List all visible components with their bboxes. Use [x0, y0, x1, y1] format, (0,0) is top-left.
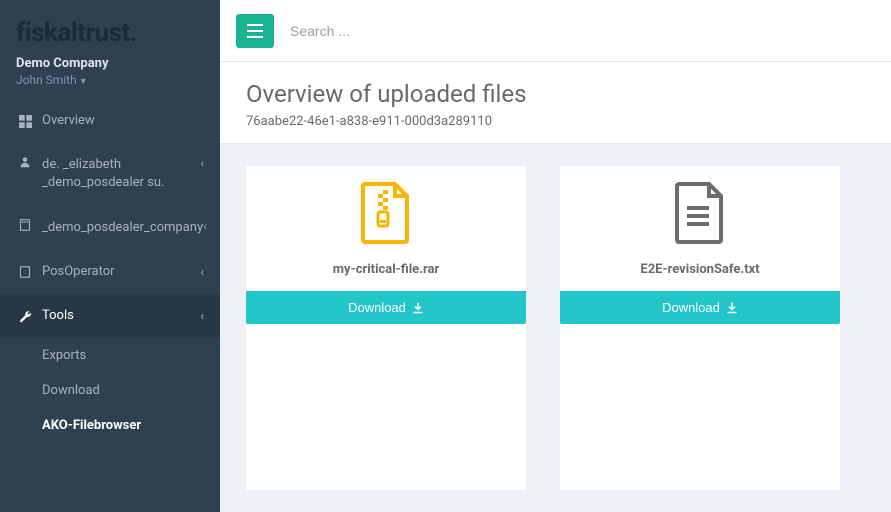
nav-exports[interactable]: Exports — [0, 338, 220, 373]
text-file-icon — [673, 166, 727, 262]
nav-company-2[interactable]: _demo_posdealer_company ‹ — [0, 206, 220, 250]
download-label: Download — [348, 300, 406, 315]
download-icon — [412, 302, 424, 314]
building-icon — [16, 219, 34, 231]
page-subtitle: 76aabe22-46e1-a838-e911-000d3a289110 — [246, 114, 865, 129]
user-dropdown[interactable]: John Smith▼ — [16, 73, 204, 87]
nav-tools-sub: Exports Download AKO-Filebrowser — [0, 338, 220, 443]
nav-overview-label: Overview — [42, 112, 204, 130]
nav-tools[interactable]: Tools ‹ — [0, 294, 220, 338]
download-button[interactable]: Download — [560, 291, 840, 324]
sidebar: fiskaltrust. Demo Company John Smith▼ Ov… — [0, 0, 220, 512]
main: Overview of uploaded files 76aabe22-46e1… — [220, 0, 891, 512]
nav-list: Overview de. _elizabeth _demo_posdealer … — [0, 99, 220, 338]
archive-file-icon — [359, 166, 413, 262]
nav-tools-label: Tools — [42, 307, 200, 325]
file-name: my-critical-file.rar — [333, 262, 439, 277]
nav-download[interactable]: Download — [0, 373, 220, 408]
chevron-left-icon: ‹ — [203, 219, 207, 233]
menu-toggle-button[interactable] — [236, 14, 274, 48]
download-icon — [726, 302, 738, 314]
doc-icon — [16, 266, 34, 278]
nav-posoperator-label: PosOperator — [42, 263, 200, 281]
nav-company-1-label: de. _elizabeth _demo_posdealer su. — [42, 156, 200, 192]
file-grid: my-critical-file.rar Download E2E-revisi… — [220, 144, 891, 512]
nav-company-1[interactable]: de. _elizabeth _demo_posdealer su. ‹ — [0, 143, 220, 205]
page-title: Overview of uploaded files — [246, 80, 865, 108]
search-input[interactable] — [290, 23, 875, 39]
chevron-left-icon: ‹ — [200, 265, 204, 279]
company-block: Demo Company John Smith▼ — [0, 56, 220, 99]
grid-icon — [16, 115, 34, 128]
page-header: Overview of uploaded files 76aabe22-46e1… — [220, 62, 891, 144]
user-label: John Smith — [16, 73, 77, 87]
logo-area: fiskaltrust. — [0, 0, 220, 56]
nav-overview[interactable]: Overview — [0, 99, 220, 143]
nav-company-2-label: _demo_posdealer_company — [42, 219, 203, 237]
download-button[interactable]: Download — [246, 291, 526, 324]
chevron-left-icon: ‹ — [200, 156, 204, 170]
chevron-left-icon: ‹ — [200, 309, 204, 323]
company-name: Demo Company — [16, 56, 204, 71]
caret-down-icon: ▼ — [79, 77, 88, 87]
nav-posoperator[interactable]: PosOperator ‹ — [0, 250, 220, 294]
download-label: Download — [662, 300, 720, 315]
wrench-icon — [16, 310, 34, 323]
file-name: E2E-revisionSafe.txt — [640, 262, 759, 277]
file-card: E2E-revisionSafe.txt Download — [560, 166, 840, 490]
file-card: my-critical-file.rar Download — [246, 166, 526, 490]
topbar — [220, 0, 891, 62]
user-icon — [16, 156, 34, 168]
nav-ako[interactable]: AKO-Filebrowser — [0, 408, 220, 443]
hamburger-icon — [247, 24, 263, 38]
brand-logo: fiskaltrust. — [16, 18, 204, 48]
